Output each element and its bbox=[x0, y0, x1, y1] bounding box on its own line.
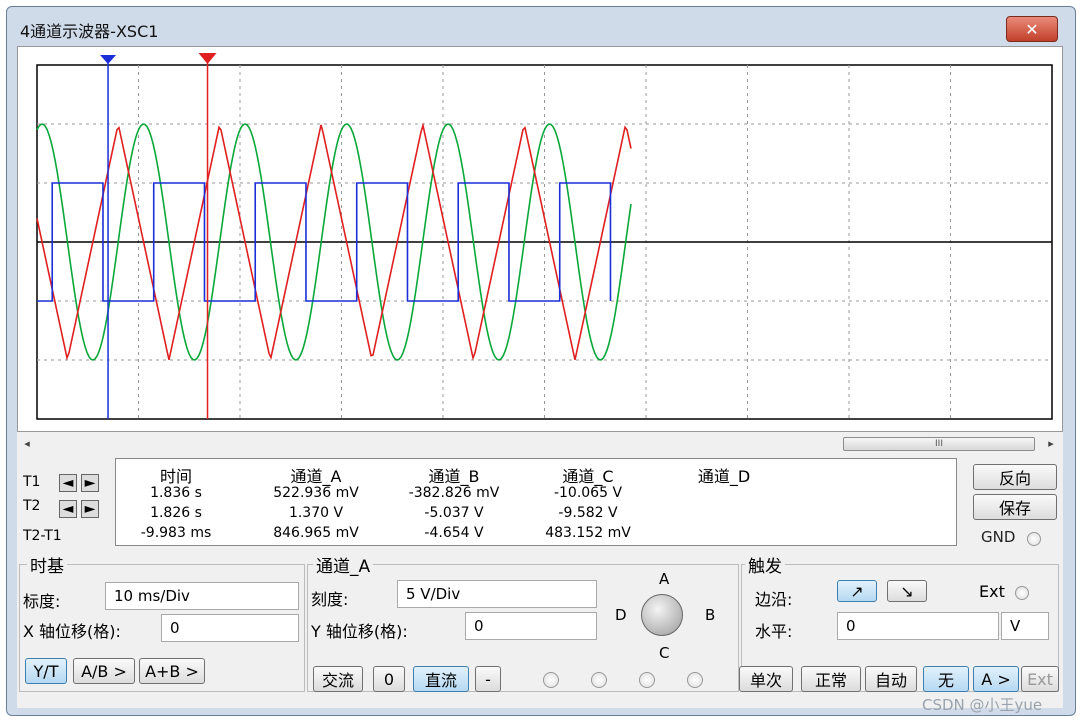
t1-label: T1 bbox=[23, 474, 41, 490]
channel-select-knob[interactable] bbox=[641, 594, 683, 636]
t2-left-button[interactable]: ◄ bbox=[59, 500, 77, 518]
gnd-radio[interactable] bbox=[1027, 532, 1041, 546]
readout-header-channel-a: 通道_A bbox=[290, 467, 342, 486]
readout-header-time: 时间 bbox=[159, 467, 192, 486]
invert-button[interactable]: - bbox=[475, 666, 501, 692]
trigger-title: 触发 bbox=[745, 552, 785, 577]
window-title: 4通道示波器-XSC1 bbox=[20, 22, 159, 41]
client-area: ◂ III ▸ T1 ◄ ► T2 ◄ ► T2-T1 时间 通道_A 通道_B… bbox=[17, 46, 1063, 708]
watermark: CSDN @小王yue bbox=[922, 696, 1043, 714]
readout-cell: 1.826 s bbox=[150, 505, 202, 521]
timebase-scale-label: 标度: bbox=[23, 592, 61, 611]
readout-cell: -382.826 mV bbox=[408, 485, 500, 501]
readout-cell: -10.065 V bbox=[553, 485, 623, 501]
knob-label-c: C bbox=[659, 644, 670, 662]
t2-label: T2 bbox=[23, 498, 41, 514]
ext-trigger-button[interactable]: Ext bbox=[1021, 666, 1059, 692]
ab-mode-button[interactable]: A/B > bbox=[73, 658, 135, 684]
trigger-level-unit[interactable]: V bbox=[1001, 612, 1049, 640]
x-position-field[interactable]: 0 bbox=[161, 614, 299, 642]
y-position-field[interactable]: 0 bbox=[465, 612, 597, 640]
auto-trigger-button[interactable]: 自动 bbox=[865, 666, 917, 692]
cursor-controls: T1 ◄ ► T2 ◄ ► T2-T1 bbox=[17, 458, 111, 546]
ac-coupling-button[interactable]: 交流 bbox=[313, 666, 363, 692]
channel-scale-field[interactable]: 5 V/Div bbox=[397, 580, 597, 608]
t2-t1-label: T2-T1 bbox=[23, 528, 62, 544]
cursor-1-marker-icon[interactable] bbox=[198, 53, 217, 64]
readout-cell: -9.983 ms bbox=[140, 525, 212, 541]
readout-cell: 483.152 mV bbox=[545, 525, 631, 541]
channel-a-radio[interactable] bbox=[543, 672, 559, 688]
measurement-readout: 时间 通道_A 通道_B 通道_C 通道_D 1.836 s 522.936 m… bbox=[115, 458, 957, 546]
normal-trigger-button[interactable]: 正常 bbox=[801, 666, 861, 692]
reverse-button[interactable]: 反向 bbox=[973, 464, 1057, 490]
readout-cell: 1.370 V bbox=[288, 505, 344, 521]
ext-radio[interactable] bbox=[1015, 586, 1029, 600]
channel-b-radio[interactable] bbox=[591, 672, 607, 688]
save-button[interactable]: 保存 bbox=[973, 494, 1057, 520]
knob-label-b: B bbox=[705, 606, 716, 624]
readout-cell: -5.037 V bbox=[424, 505, 484, 521]
scope-svg bbox=[36, 53, 1053, 420]
single-trigger-button[interactable]: 单次 bbox=[739, 666, 793, 692]
scroll-right-icon[interactable]: ▸ bbox=[1043, 434, 1059, 452]
edge-label: 边沿: bbox=[755, 590, 793, 609]
cursor-2-marker-icon[interactable] bbox=[100, 55, 117, 64]
knob-label-a: A bbox=[659, 570, 670, 588]
channel-title: 通道_A bbox=[313, 552, 374, 577]
readout-cell: 1.836 s bbox=[150, 485, 202, 501]
y-position-label: Y 轴位移(格): bbox=[311, 622, 408, 641]
scroll-left-icon[interactable]: ◂ bbox=[19, 434, 35, 452]
readout-header-channel-b: 通道_B bbox=[428, 467, 480, 486]
gnd-label: GND bbox=[981, 528, 1016, 546]
readout-header-channel-c: 通道_C bbox=[562, 467, 614, 486]
trigger-level-label: 水平: bbox=[755, 622, 793, 641]
scope-display[interactable] bbox=[17, 46, 1063, 432]
zero-coupling-button[interactable]: 0 bbox=[373, 666, 405, 692]
ext-label: Ext bbox=[979, 582, 1005, 601]
channel-a-trigger-button[interactable]: A > bbox=[973, 666, 1019, 692]
readout-cell: -9.582 V bbox=[558, 505, 618, 521]
channel-c-radio[interactable] bbox=[639, 672, 655, 688]
falling-edge-button[interactable]: ↘ bbox=[887, 580, 927, 602]
trigger-level-field[interactable]: 0 bbox=[837, 612, 999, 640]
close-button[interactable]: ✕ bbox=[1006, 16, 1058, 42]
channel-d-radio[interactable] bbox=[687, 672, 703, 688]
x-position-label: X 轴位移(格): bbox=[23, 622, 121, 641]
knob-label-d: D bbox=[615, 606, 627, 624]
readout-cell: -4.654 V bbox=[424, 525, 484, 541]
timebase-scale-field[interactable]: 10 ms/Div bbox=[105, 582, 299, 610]
dc-coupling-button[interactable]: 直流 bbox=[413, 666, 469, 692]
horizontal-scrollbar[interactable]: ◂ III ▸ bbox=[17, 434, 1063, 452]
rising-edge-button[interactable]: ↗ bbox=[837, 580, 877, 602]
a-plus-b-mode-button[interactable]: A+B > bbox=[139, 658, 205, 684]
readout-cell: 522.936 mV bbox=[273, 485, 359, 501]
timebase-title: 时基 bbox=[27, 552, 67, 577]
scroll-thumb[interactable]: III bbox=[843, 437, 1035, 451]
readout-header-channel-d: 通道_D bbox=[697, 467, 751, 486]
channel-scale-label: 刻度: bbox=[311, 590, 349, 609]
yt-mode-button[interactable]: Y/T bbox=[25, 658, 67, 684]
readout-cell: 846.965 mV bbox=[273, 525, 359, 541]
none-trigger-button[interactable]: 无 bbox=[923, 666, 969, 692]
t1-right-button[interactable]: ► bbox=[81, 474, 99, 492]
t2-right-button[interactable]: ► bbox=[81, 500, 99, 518]
t1-left-button[interactable]: ◄ bbox=[59, 474, 77, 492]
